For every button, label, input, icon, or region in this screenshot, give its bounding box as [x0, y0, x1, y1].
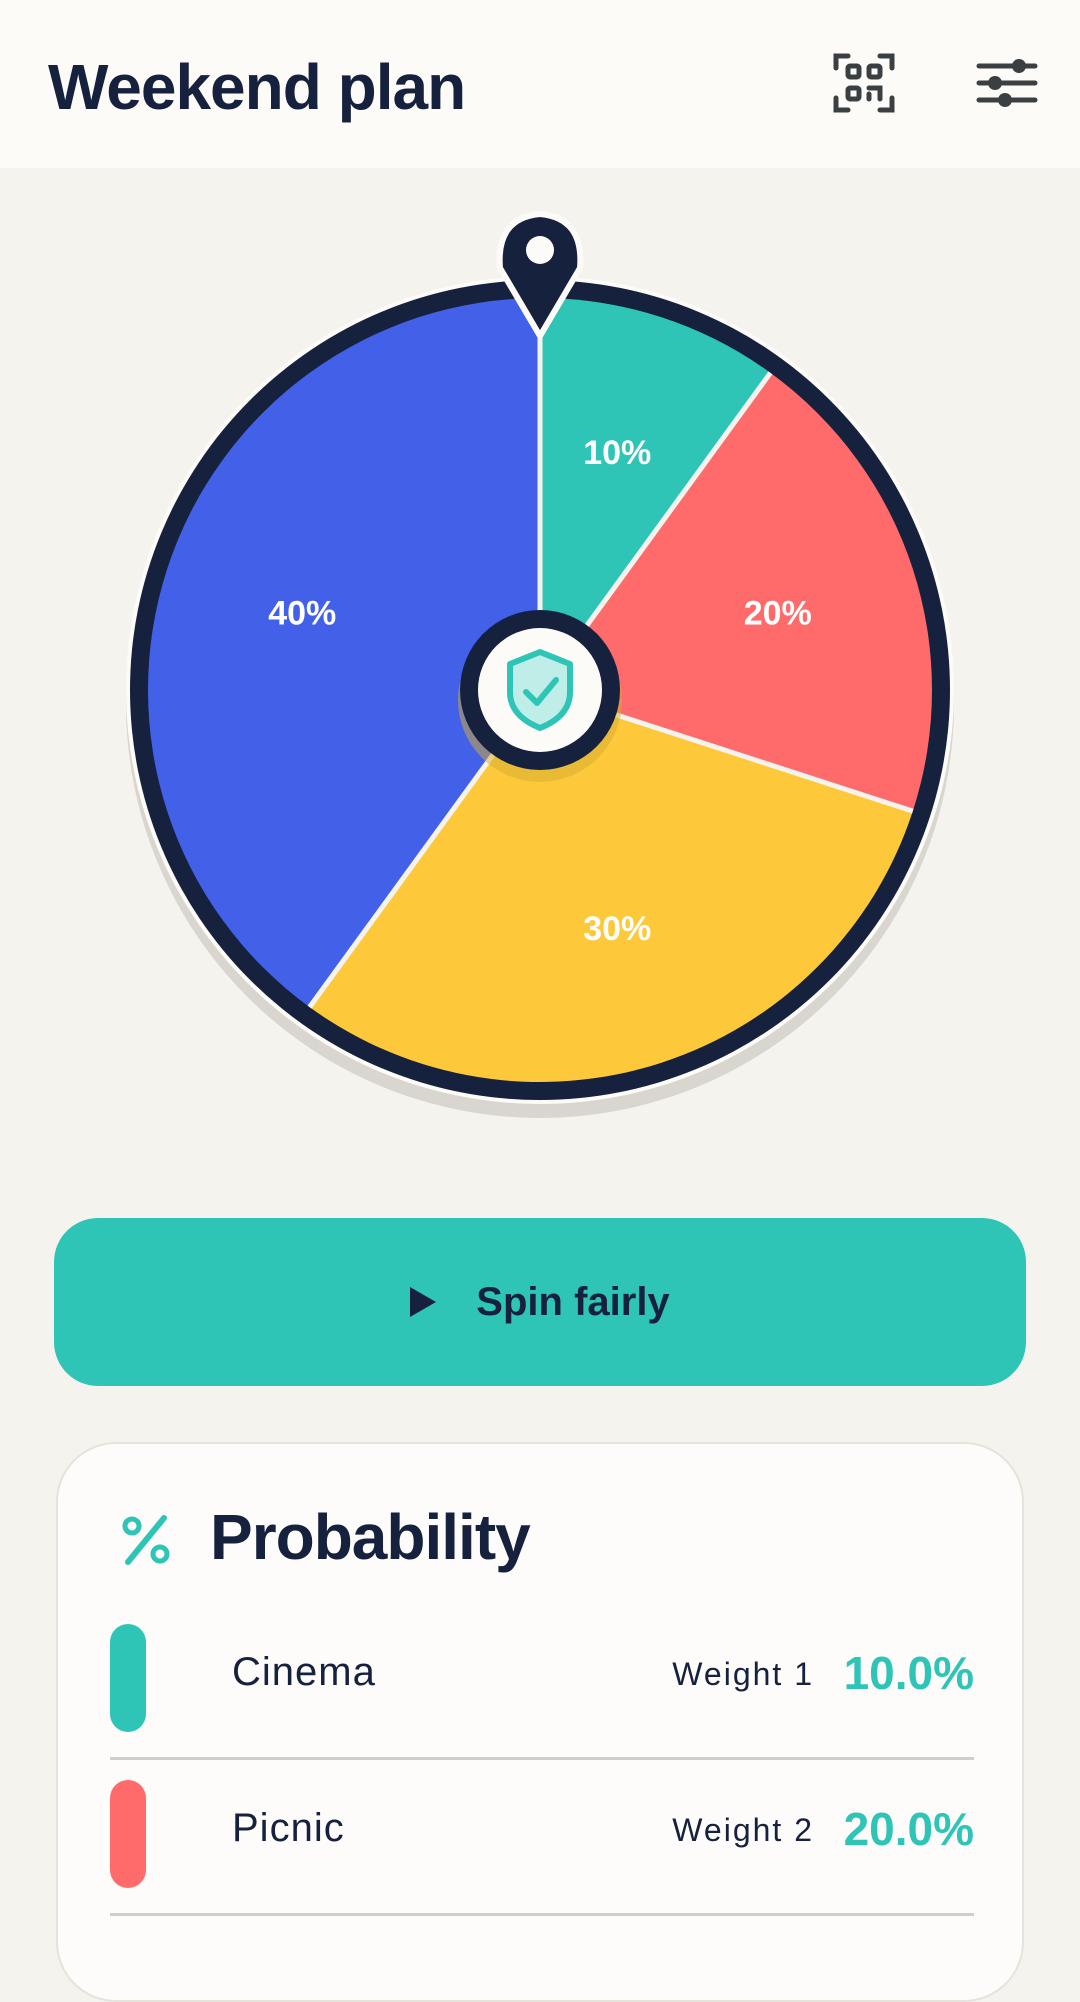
probability-title: Probability: [210, 1501, 531, 1573]
settings-button[interactable]: [975, 50, 1039, 116]
percent-icon: [122, 1515, 170, 1565]
spin-button-label: Spin fairly: [476, 1279, 670, 1324]
segment-label: 30%: [583, 910, 651, 948]
row-divider: [110, 1913, 974, 1916]
option-percent: 20.0%: [843, 1803, 974, 1855]
prize-wheel[interactable]: 10% 20% 30% 40%: [0, 168, 1080, 1158]
option-weight: Weight 2: [672, 1812, 814, 1848]
probability-row: Picnic Weight 2 20.0%: [110, 1760, 974, 1916]
scan-button[interactable]: [832, 50, 896, 116]
segment-label: 10%: [583, 434, 651, 472]
sliders-icon: [976, 59, 1038, 107]
color-swatch: [110, 1624, 146, 1732]
play-icon: [410, 1287, 437, 1317]
spin-button[interactable]: Spin fairly: [54, 1218, 1026, 1386]
option-name: Picnic: [232, 1806, 345, 1850]
segment-label: 20%: [744, 595, 812, 633]
option-name: Cinema: [232, 1650, 376, 1694]
page-title: Weekend plan: [48, 51, 466, 123]
shield-check-icon: [507, 649, 573, 731]
qr-scan-icon: [833, 53, 895, 113]
option-percent: 10.0%: [843, 1647, 974, 1699]
pin-dot: [526, 236, 554, 264]
segment-label: 40%: [268, 595, 336, 633]
wheel-graphic: 10% 20% 30% 40%: [126, 211, 954, 1118]
probability-card: Probability Cinema Weight 1 10.0% Picnic…: [56, 1442, 1024, 2002]
color-swatch: [110, 1780, 146, 1888]
app-header: Weekend plan: [0, 0, 1080, 168]
probability-row: Cinema Weight 1 10.0%: [110, 1604, 974, 1760]
option-weight: Weight 1: [672, 1656, 814, 1692]
